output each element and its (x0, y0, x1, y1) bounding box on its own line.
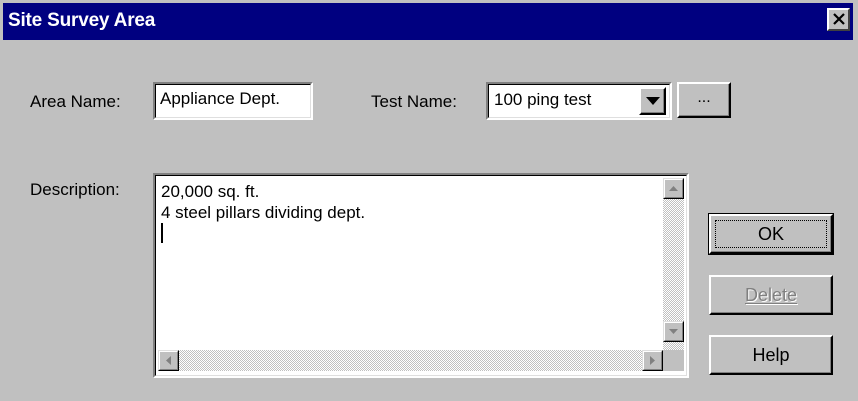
scroll-right-button[interactable] (642, 350, 663, 371)
window-title: Site Survey Area (8, 10, 156, 31)
site-survey-area-dialog: Site Survey Area Area Name: Appliance De… (0, 0, 858, 401)
area-name-value: Appliance Dept. (160, 89, 281, 108)
description-text: 20,000 sq. ft. 4 steel pillars dividing … (161, 181, 365, 244)
scroll-left-button[interactable] (158, 350, 179, 371)
test-name-select[interactable]: 100 ping test (486, 82, 672, 120)
chevron-down-icon (646, 97, 660, 105)
arrow-up-icon (669, 186, 678, 191)
close-button[interactable] (827, 8, 850, 31)
scroll-down-button[interactable] (663, 321, 684, 342)
help-label: Help (752, 344, 790, 365)
delete-button[interactable]: Delete (709, 275, 833, 315)
ok-button[interactable]: OK (709, 214, 833, 254)
description-label: Description: (30, 180, 120, 199)
browse-button[interactable]: ... (677, 82, 731, 118)
arrow-down-icon (669, 329, 678, 334)
test-name-label: Test Name: (371, 92, 457, 111)
delete-label: Delete (744, 284, 798, 305)
ok-label: OK (757, 223, 784, 244)
title-bar[interactable]: Site Survey Area (3, 3, 853, 40)
scrollbar-corner (663, 350, 684, 371)
help-button[interactable]: Help (709, 335, 833, 375)
browse-label: ... (697, 89, 711, 106)
close-icon (833, 13, 845, 25)
horizontal-scrollbar[interactable] (158, 350, 663, 371)
dropdown-button[interactable] (639, 87, 666, 115)
test-name-value: 100 ping test (494, 90, 592, 109)
area-name-label: Area Name: (30, 92, 121, 111)
text-caret (161, 223, 365, 244)
scroll-up-button[interactable] (663, 178, 684, 199)
arrow-right-icon (650, 356, 655, 365)
description-line-1: 20,000 sq. ft. (161, 182, 260, 201)
description-textarea[interactable]: 20,000 sq. ft. 4 steel pillars dividing … (153, 173, 689, 378)
description-line-2: 4 steel pillars dividing dept. (161, 203, 366, 222)
area-name-field[interactable]: Appliance Dept. (153, 82, 313, 120)
arrow-left-icon (166, 356, 171, 365)
